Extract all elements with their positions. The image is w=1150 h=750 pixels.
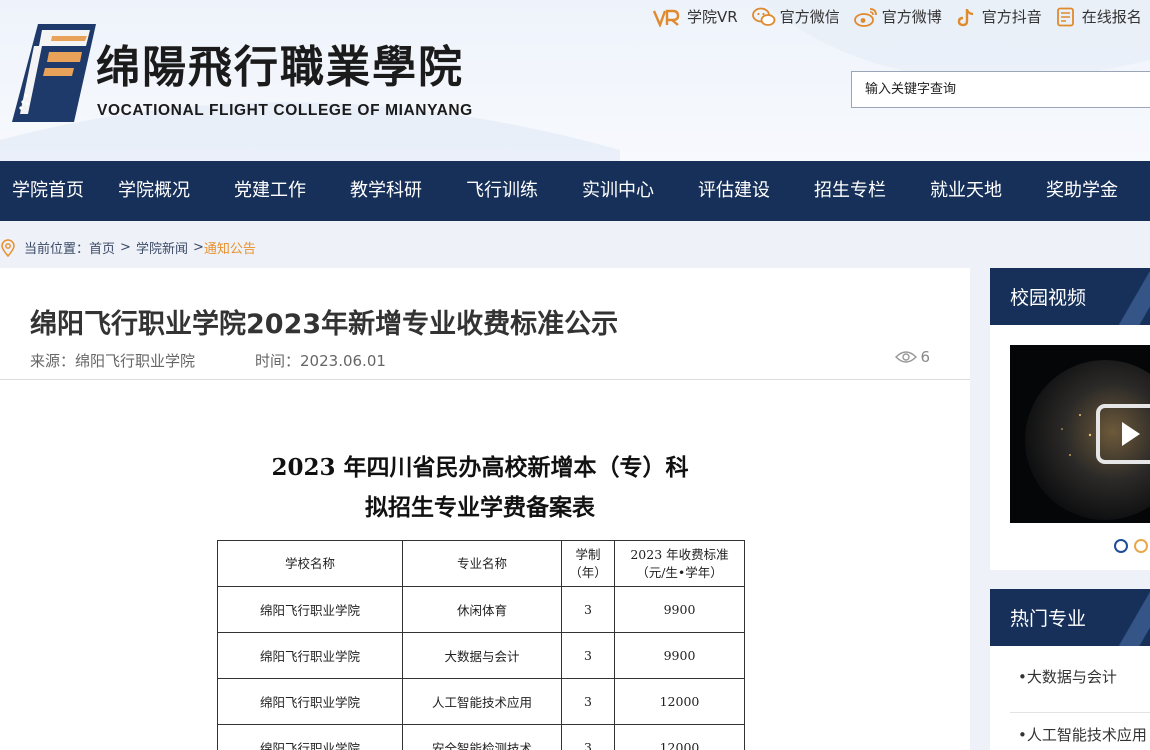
table-row: 绵阳飞行职业学院 休闲体育 3 9900 — [217, 586, 745, 633]
carousel-dots — [1114, 539, 1150, 553]
column-header-major: 专业名称 — [402, 540, 562, 587]
nav-item-evaluation[interactable]: 评估建设 — [676, 161, 792, 221]
popular-majors-panel: 热门专业 •大数据与会计 •人工智能技术应用 — [990, 589, 1150, 750]
breadcrumb-prefix: 当前位置： — [24, 242, 90, 257]
tuition-fee-table: 学校名称 专业名称 学制 （年） 2023 年收费标准 （元/生•学年） 绵阳飞行职… — [217, 540, 745, 750]
nav-item-employment[interactable]: 就业天地 — [908, 161, 1024, 221]
document-title-line-1: 2023 年四川省民办高校新增本（专）科 — [271, 454, 689, 481]
table-row: 绵阳飞行职业学院 大数据与会计 3 9900 — [217, 632, 745, 679]
quick-link-label: 官方抖音 — [981, 8, 1042, 26]
cell-school: 绵阳飞行职业学院 — [217, 632, 403, 679]
nav-item-training-center[interactable]: 实训中心 — [560, 161, 676, 221]
heading-stripe-decoration — [1110, 268, 1150, 325]
carousel-dot-active[interactable] — [1114, 539, 1128, 553]
cell-duration: 3 — [561, 632, 615, 679]
campus-video-panel: 校园视频 — [990, 268, 1150, 570]
cell-fee: 12000 — [614, 678, 745, 725]
earth-night-image — [1025, 360, 1150, 520]
cell-fee: 9900 — [614, 586, 745, 633]
quick-link-wechat[interactable]: 官方微信 — [751, 6, 840, 27]
popular-majors-heading: 热门专业 — [990, 589, 1150, 646]
column-header-fee: 2023 年收费标准 （元/生•学年） — [614, 540, 745, 587]
popular-majors-title: 热门专业 — [1010, 608, 1087, 630]
quick-link-label: 学院VR — [687, 8, 738, 26]
view-count: 6 — [895, 348, 930, 366]
article-title: 绵阳飞行职业学院2023年新增专业收费标准公示 — [30, 309, 619, 340]
carousel-dot[interactable] — [1134, 539, 1148, 553]
nav-item-home[interactable]: 学院首页 — [0, 161, 96, 221]
campus-video-heading: 校园视频 — [990, 268, 1150, 325]
cell-duration: 3 — [561, 586, 615, 633]
article-time: 时间：2023.06.01 — [255, 352, 386, 370]
quick-links-bar: 学院VR 官方微信 官方微博 官方抖音 在线报名 — [653, 6, 1150, 27]
quick-link-weibo[interactable]: 官方微博 — [853, 6, 942, 27]
cell-duration: 3 — [561, 678, 615, 725]
quick-link-label: 官方微信 — [779, 8, 840, 26]
major-link-ai-technology[interactable]: •人工智能技术应用 — [1018, 724, 1147, 745]
nav-item-flight-training[interactable]: 飞行训练 — [444, 161, 560, 221]
breadcrumb-current[interactable]: 通知公告 — [204, 238, 256, 257]
search-input[interactable] — [851, 71, 1150, 108]
college-logo — [12, 24, 96, 122]
quick-link-douyin[interactable]: 官方抖音 — [956, 6, 1042, 27]
nav-item-overview[interactable]: 学院概况 — [96, 161, 212, 221]
wechat-icon — [751, 7, 776, 26]
cell-major: 大数据与会计 — [402, 632, 562, 679]
article-divider — [0, 379, 970, 380]
quick-link-label: 官方微博 — [881, 8, 942, 26]
article-card: 绵阳飞行职业学院2023年新增专业收费标准公示 来源：绵阳飞行职业学院 时间：2… — [0, 268, 970, 750]
weibo-icon — [853, 7, 877, 27]
video-thumbnail[interactable] — [1010, 345, 1150, 523]
quick-link-label: 在线报名 — [1081, 8, 1142, 26]
brand-name-english: VOCATIONAL FLIGHT COLLEGE OF MIANYANG — [97, 102, 473, 119]
cell-fee: 9900 — [614, 632, 745, 679]
table-row: 绵阳飞行职业学院 人工智能技术应用 3 12000 — [217, 678, 745, 725]
location-pin-icon — [1, 238, 15, 257]
cell-duration: 3 — [561, 724, 615, 750]
table-row: 绵阳飞行职业学院 安全智能检测技术 3 12000 — [217, 724, 745, 750]
article-meta: 来源：绵阳飞行职业学院 时间：2023.06.01 — [30, 350, 386, 371]
douyin-icon — [957, 8, 973, 26]
cell-school: 绵阳飞行职业学院 — [217, 678, 403, 725]
site-header: 绵陽飛行職業學院 VOCATIONAL FLIGHT COLLEGE OF MI… — [0, 0, 1150, 161]
cell-major: 人工智能技术应用 — [402, 678, 562, 725]
cell-major: 安全智能检测技术 — [402, 724, 562, 750]
breadcrumb-separator: > — [120, 240, 131, 255]
nav-item-scholarships[interactable]: 奖助学金 — [1024, 161, 1140, 221]
campus-video-title: 校园视频 — [1010, 287, 1087, 309]
heading-stripe-decoration — [1110, 589, 1150, 646]
eye-icon — [895, 351, 918, 363]
vr-icon — [653, 9, 680, 27]
form-icon — [1056, 7, 1074, 26]
main-navigation: 学院首页 学院概况 党建工作 教学科研 飞行训练 实训中心 评估建设 招生专栏 … — [0, 161, 1150, 221]
breadcrumb: 当前位置： 首页 > 学院新闻 > 通知公告 — [0, 238, 256, 257]
column-header-duration: 学制 （年） — [561, 540, 615, 587]
cell-major: 休闲体育 — [402, 586, 562, 633]
nav-item-teaching-research[interactable]: 教学科研 — [328, 161, 444, 221]
nav-item-admissions[interactable]: 招生专栏 — [792, 161, 908, 221]
document-title-line-2: 拟招生专业学费备案表 — [365, 494, 595, 521]
nav-item-party-building[interactable]: 党建工作 — [212, 161, 328, 221]
article-source: 来源：绵阳飞行职业学院 — [30, 352, 196, 370]
quick-link-vr[interactable]: 学院VR — [653, 6, 738, 27]
breadcrumb-separator: > — [192, 240, 204, 255]
column-header-school: 学校名称 — [217, 540, 403, 587]
cell-school: 绵阳飞行职业学院 — [217, 586, 403, 633]
breadcrumb-news-link[interactable]: 学院新闻 — [136, 238, 188, 257]
list-divider — [1010, 712, 1150, 713]
cell-fee: 12000 — [614, 724, 745, 750]
breadcrumb-home-link[interactable]: 首页 — [89, 238, 115, 257]
brand-name-chinese: 绵陽飛行職業學院 — [96, 42, 464, 93]
table-header-row: 学校名称 专业名称 学制 （年） 2023 年收费标准 （元/生•学年） — [217, 540, 745, 587]
major-link-big-data-accounting[interactable]: •大数据与会计 — [1018, 666, 1117, 687]
quick-link-online-registration[interactable]: 在线报名 — [1056, 6, 1142, 27]
cell-school: 绵阳飞行职业学院 — [217, 724, 403, 750]
view-count-value: 6 — [920, 348, 930, 366]
